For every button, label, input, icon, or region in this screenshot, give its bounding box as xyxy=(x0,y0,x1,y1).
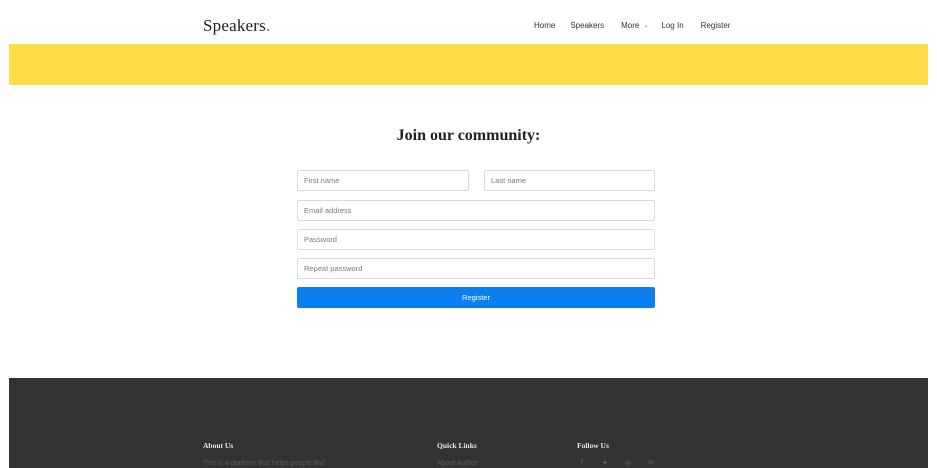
main-nav: Home Speakers More ⌄ Log In Register xyxy=(534,21,730,30)
last-name-input[interactable] xyxy=(484,170,655,191)
nav-home[interactable]: Home xyxy=(534,21,555,30)
nav-login[interactable]: Log In xyxy=(661,21,683,30)
brand-name: Speakers xyxy=(203,16,266,35)
repeat-password-input[interactable] xyxy=(297,258,655,279)
footer-follow-heading: Follow Us xyxy=(577,441,609,450)
email-input[interactable] xyxy=(297,200,655,221)
password-input[interactable] xyxy=(297,229,655,250)
nav-more-label: More xyxy=(621,21,640,30)
brand-dot: . xyxy=(265,16,271,35)
page-title: Join our community: xyxy=(396,127,541,144)
register-button[interactable]: Register xyxy=(297,287,655,308)
social-links: f ✦ ◎ in xyxy=(577,459,656,467)
nav-speakers[interactable]: Speakers xyxy=(570,21,604,30)
twitter-icon[interactable]: ✦ xyxy=(600,459,610,467)
top-navbar: Speakers. Home Speakers More ⌄ Log In Re… xyxy=(0,0,937,44)
footer-link-about-author[interactable]: About Author xyxy=(437,460,477,467)
nav-more-dropdown[interactable]: More ⌄ xyxy=(621,21,648,30)
instagram-icon[interactable]: ◎ xyxy=(623,459,633,467)
site-footer: About Us This is a platform that helps p… xyxy=(9,378,928,468)
footer-about-text: This is a platform that helps people fin… xyxy=(203,460,325,467)
footer-about-heading: About Us xyxy=(203,441,234,450)
facebook-icon[interactable]: f xyxy=(577,459,587,467)
chevron-down-icon: ⌄ xyxy=(643,23,649,29)
nav-register[interactable]: Register xyxy=(701,21,731,30)
hero-banner xyxy=(9,44,928,85)
brand-logo[interactable]: Speakers. xyxy=(203,16,270,36)
footer-quick-links-heading: Quick Links xyxy=(437,441,477,450)
first-name-input[interactable] xyxy=(297,170,469,191)
linkedin-icon[interactable]: in xyxy=(646,459,656,467)
